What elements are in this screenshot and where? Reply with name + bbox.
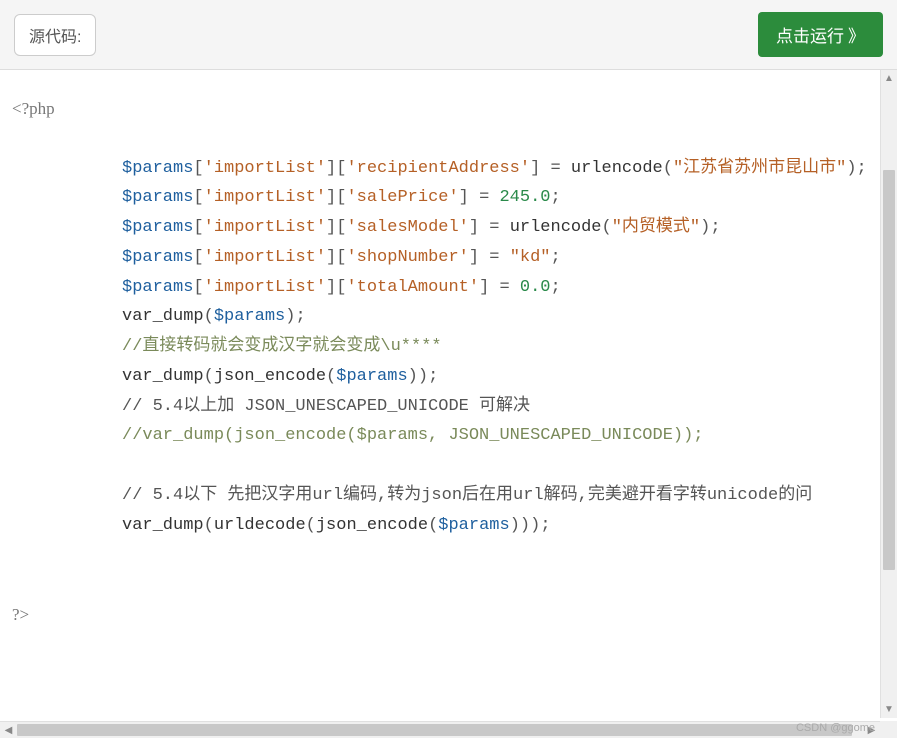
code-line [12, 451, 885, 481]
code-line: var_dump($params); [12, 302, 885, 332]
code-editor: <?php $params['importList']['recipientAd… [0, 70, 897, 738]
source-code-button[interactable]: 源代码: [14, 14, 96, 56]
toolbar: 源代码: 点击运行 》 [0, 0, 897, 70]
code-line: $params['importList']['shopNumber'] = "k… [12, 243, 885, 273]
horizontal-scroll-thumb[interactable] [17, 724, 852, 736]
scroll-up-icon[interactable]: ▲ [881, 70, 897, 87]
php-close-tag: ?> [12, 600, 885, 630]
code-lines: $params['importList']['recipientAddress'… [12, 154, 885, 541]
code-line: $params['importList']['recipientAddress'… [12, 154, 885, 184]
run-button-label: 点击运行 [776, 22, 844, 47]
code-line: var_dump(json_encode($params)); [12, 362, 885, 392]
code-line: //直接转码就会变成汉字就会变成\u**** [12, 332, 885, 362]
code-line: $params['importList']['totalAmount'] = 0… [12, 273, 885, 303]
code-line: //var_dump(json_encode($params, JSON_UNE… [12, 421, 885, 451]
scroll-corner [880, 721, 897, 738]
vertical-scroll-thumb[interactable] [883, 170, 895, 570]
horizontal-scrollbar[interactable]: ◀ ▶ [0, 721, 880, 738]
code-line: var_dump(urldecode(json_encode($params))… [12, 511, 885, 541]
code-line: // 5.4以下 先把汉字用url编码,转为json后在用url解码,完美避开看… [12, 481, 885, 511]
vertical-scrollbar[interactable]: ▲ ▼ [880, 70, 897, 718]
code-scroll-area[interactable]: <?php $params['importList']['recipientAd… [0, 70, 897, 720]
watermark: CSDN @ggome [796, 722, 875, 734]
code-line: // 5.4以上加 JSON_UNESCAPED_UNICODE 可解决 [12, 392, 885, 422]
run-button[interactable]: 点击运行 》 [758, 12, 883, 57]
php-open-tag: <?php [12, 94, 885, 124]
run-arrow-icon: 》 [848, 22, 865, 47]
scroll-down-icon[interactable]: ▼ [881, 701, 897, 718]
code-line: $params['importList']['salePrice'] = 245… [12, 183, 885, 213]
code-line: $params['importList']['salesModel'] = ur… [12, 213, 885, 243]
